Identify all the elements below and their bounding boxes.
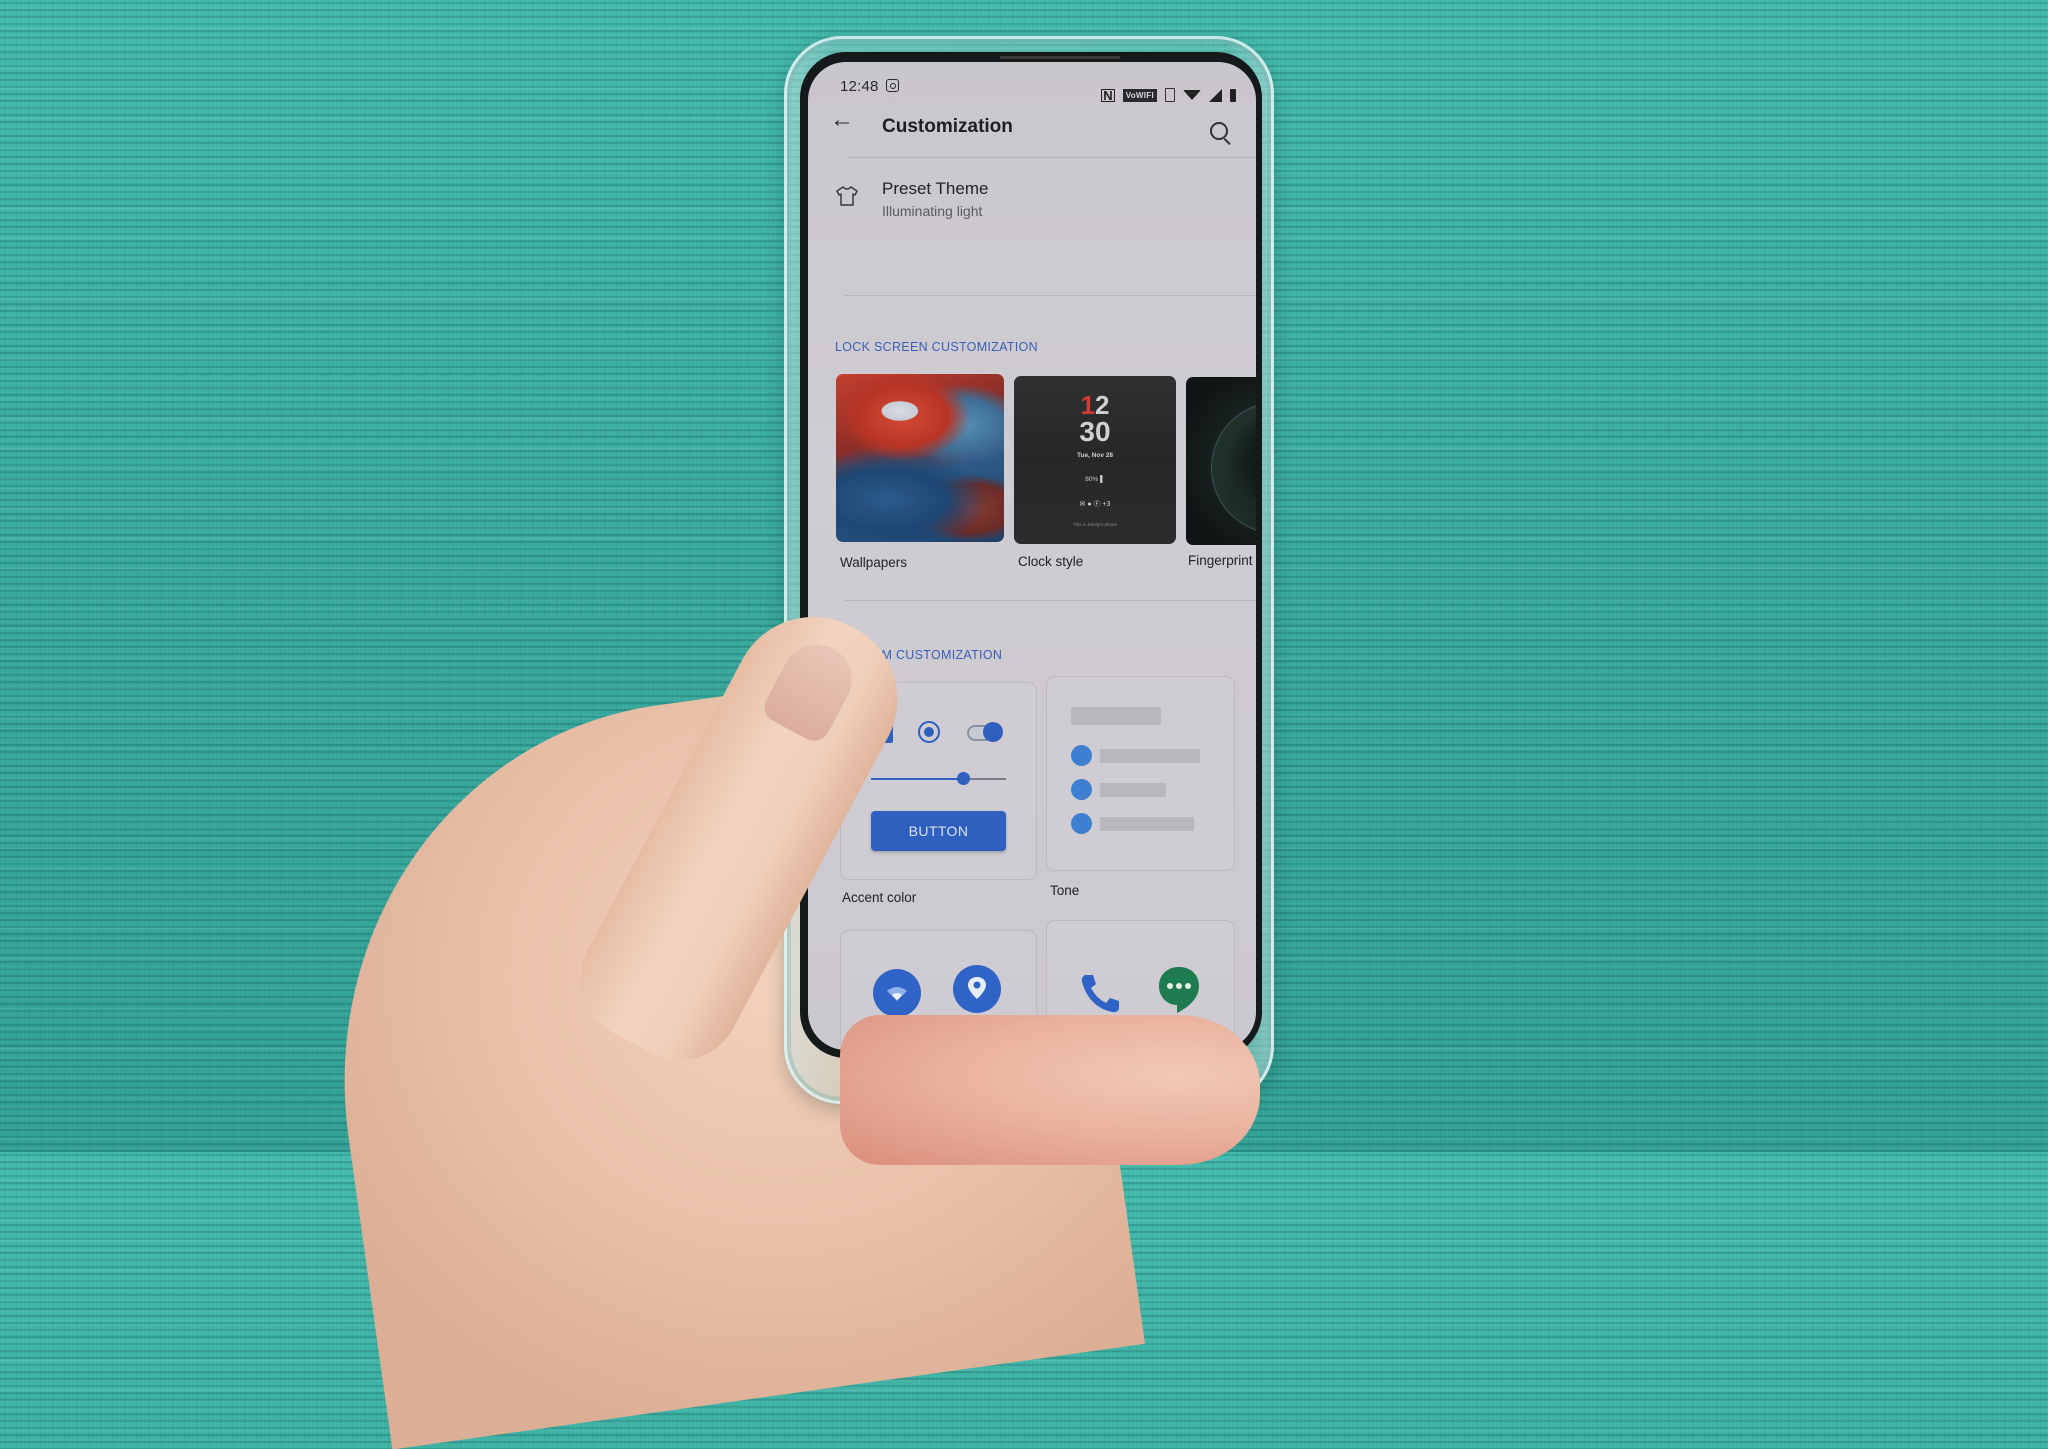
tone-line-bar <box>1100 783 1166 797</box>
tone-line-bar <box>1100 817 1194 831</box>
accent-color-label: Accent color <box>842 890 917 905</box>
tone-line-bar <box>1100 749 1200 763</box>
phone-app-icon <box>1081 975 1119 1013</box>
signal-icon <box>1209 88 1222 102</box>
instagram-icon <box>886 79 899 92</box>
thumbnail-nail <box>758 632 864 747</box>
tone-dot <box>1071 813 1092 834</box>
status-time: 12:48 <box>840 78 879 95</box>
preset-theme-item[interactable]: Preset Theme Illuminating light <box>808 162 1256 232</box>
page-title: Customization <box>882 116 1013 137</box>
clock-preview-battery: 80% ▌ <box>1085 476 1105 483</box>
slider-preview <box>871 772 1006 785</box>
clock-preview-minutes: 30 <box>1079 416 1111 447</box>
phone-screen: 12:48 N VoWIFI ← Customization Preset Th… <box>808 62 1256 1050</box>
nfc-icon: N <box>1101 87 1115 103</box>
slider-thumb <box>956 772 970 785</box>
tone-card[interactable] <box>1046 676 1235 871</box>
wallpapers-label: Wallpapers <box>840 555 908 570</box>
status-icons: N VoWIFI <box>1101 88 1236 102</box>
wifi-icon <box>1183 90 1201 100</box>
divider <box>848 157 1256 158</box>
preset-theme-subtitle: Illuminating light <box>882 203 983 219</box>
tone-header-bar <box>1071 707 1161 725</box>
hand-finger <box>840 1015 1260 1165</box>
fingerprint-thumbnail[interactable] <box>1186 377 1256 545</box>
clock-preview-notifications: ✉ ● Ⓕ +3 <box>1079 501 1111 508</box>
earpiece-speaker <box>1000 56 1120 59</box>
fingerprint-label: Fingerprint <box>1188 553 1253 568</box>
toggle-preview <box>967 722 1003 742</box>
clock-preview-date: Tue, Nov 28 <box>1076 452 1113 459</box>
hangouts-app-icon <box>1159 967 1199 1013</box>
search-icon[interactable] <box>1210 122 1228 140</box>
preset-theme-title: Preset Theme <box>882 179 989 198</box>
vibrate-icon <box>1165 88 1175 102</box>
clock-preview-hour: 12 <box>1080 390 1110 420</box>
slider-fill <box>871 778 963 780</box>
clock-style-thumbnail[interactable]: 12 30 Tue, Nov 28 80% ▌ ✉ ● Ⓕ +3 This is… <box>1014 376 1176 544</box>
radio-preview <box>918 721 940 743</box>
tone-dot <box>1071 779 1092 800</box>
clock-preview-owner: This is Jamity's phone <box>1072 522 1118 527</box>
location-tile-icon <box>953 965 1001 1013</box>
wallpapers-thumbnail[interactable] <box>836 374 1004 542</box>
tone-dot <box>1071 745 1092 766</box>
divider <box>844 600 1256 601</box>
back-arrow-icon[interactable]: ← <box>830 106 854 134</box>
wifi-tile-icon <box>873 969 921 1017</box>
tone-label: Tone <box>1050 883 1080 898</box>
clock-style-label: Clock style <box>1018 554 1084 569</box>
tshirt-icon <box>836 186 858 206</box>
lock-screen-section-header: LOCK SCREEN CUSTOMIZATION <box>835 340 1038 354</box>
vowifi-icon: VoWIFI <box>1122 88 1157 102</box>
accent-button-preview: BUTTON <box>871 811 1006 851</box>
battery-icon <box>1230 88 1236 102</box>
divider <box>844 295 1256 296</box>
